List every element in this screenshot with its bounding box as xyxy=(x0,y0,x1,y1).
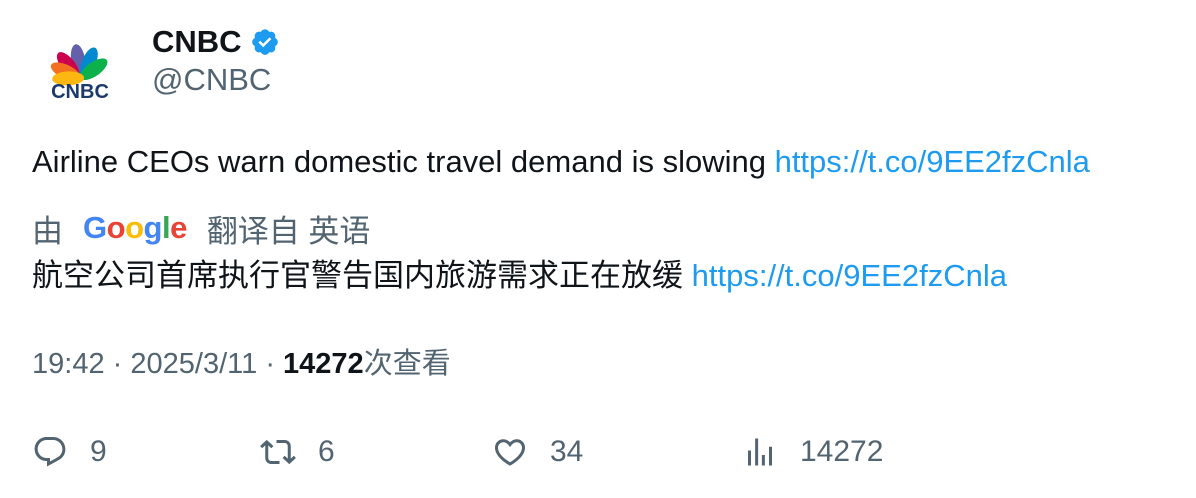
tweet-meta: 19:42 · 2025/3/11 · 14272次查看 xyxy=(32,342,451,386)
translate-prefix: 由 xyxy=(32,213,63,249)
avatar[interactable]: CNBC xyxy=(32,28,128,124)
like-count: 34 xyxy=(550,435,584,468)
tweet-body: Airline CEOs warn domestic travel demand… xyxy=(32,144,766,179)
tweet-time[interactable]: 19:42 xyxy=(32,348,105,380)
translation-attribution: 由 Google 翻译自 英语 xyxy=(32,206,370,250)
tweet-link[interactable]: https://t.co/9EE2fzCnla xyxy=(775,144,1090,179)
reply-count: 9 xyxy=(90,435,107,468)
translated-link[interactable]: https://t.co/9EE2fzCnla xyxy=(692,258,1007,293)
action-bar: 9 6 34 14272 xyxy=(32,430,1172,474)
translate-suffix: 翻译自 英语 xyxy=(206,213,371,249)
reply-icon xyxy=(34,437,66,467)
svg-text:CNBC: CNBC xyxy=(51,81,109,103)
translated-text: 航空公司首席执行官警告国内旅游需求正在放缓 https://t.co/9EE2f… xyxy=(32,254,1007,298)
views-icon xyxy=(748,438,772,466)
translated-body: 航空公司首席执行官警告国内旅游需求正在放缓 xyxy=(32,258,683,293)
retweet-button[interactable]: 6 xyxy=(260,430,335,474)
user-handle[interactable]: @CNBC xyxy=(152,62,271,98)
views-stat: 14272 xyxy=(800,435,884,468)
tweet-text: Airline CEOs warn domestic travel demand… xyxy=(32,140,1090,184)
like-icon xyxy=(494,439,526,466)
cnbc-peacock-logo: CNBC xyxy=(50,44,109,103)
google-logo: Google xyxy=(83,210,187,245)
views-count: 14272 xyxy=(283,348,364,380)
display-name[interactable]: CNBC xyxy=(152,24,242,60)
meta-separator: · xyxy=(112,348,123,380)
verified-badge-icon[interactable] xyxy=(250,27,280,57)
views-label: 次查看 xyxy=(363,348,451,380)
meta-separator: · xyxy=(265,348,275,380)
retweet-icon xyxy=(260,439,296,465)
retweet-count: 6 xyxy=(318,435,335,468)
tweet-date[interactable]: 2025/3/11 xyxy=(130,348,257,380)
like-button[interactable]: 34 xyxy=(492,430,583,474)
reply-button[interactable]: 9 xyxy=(32,430,107,474)
views-button[interactable]: 14272 xyxy=(742,430,883,474)
